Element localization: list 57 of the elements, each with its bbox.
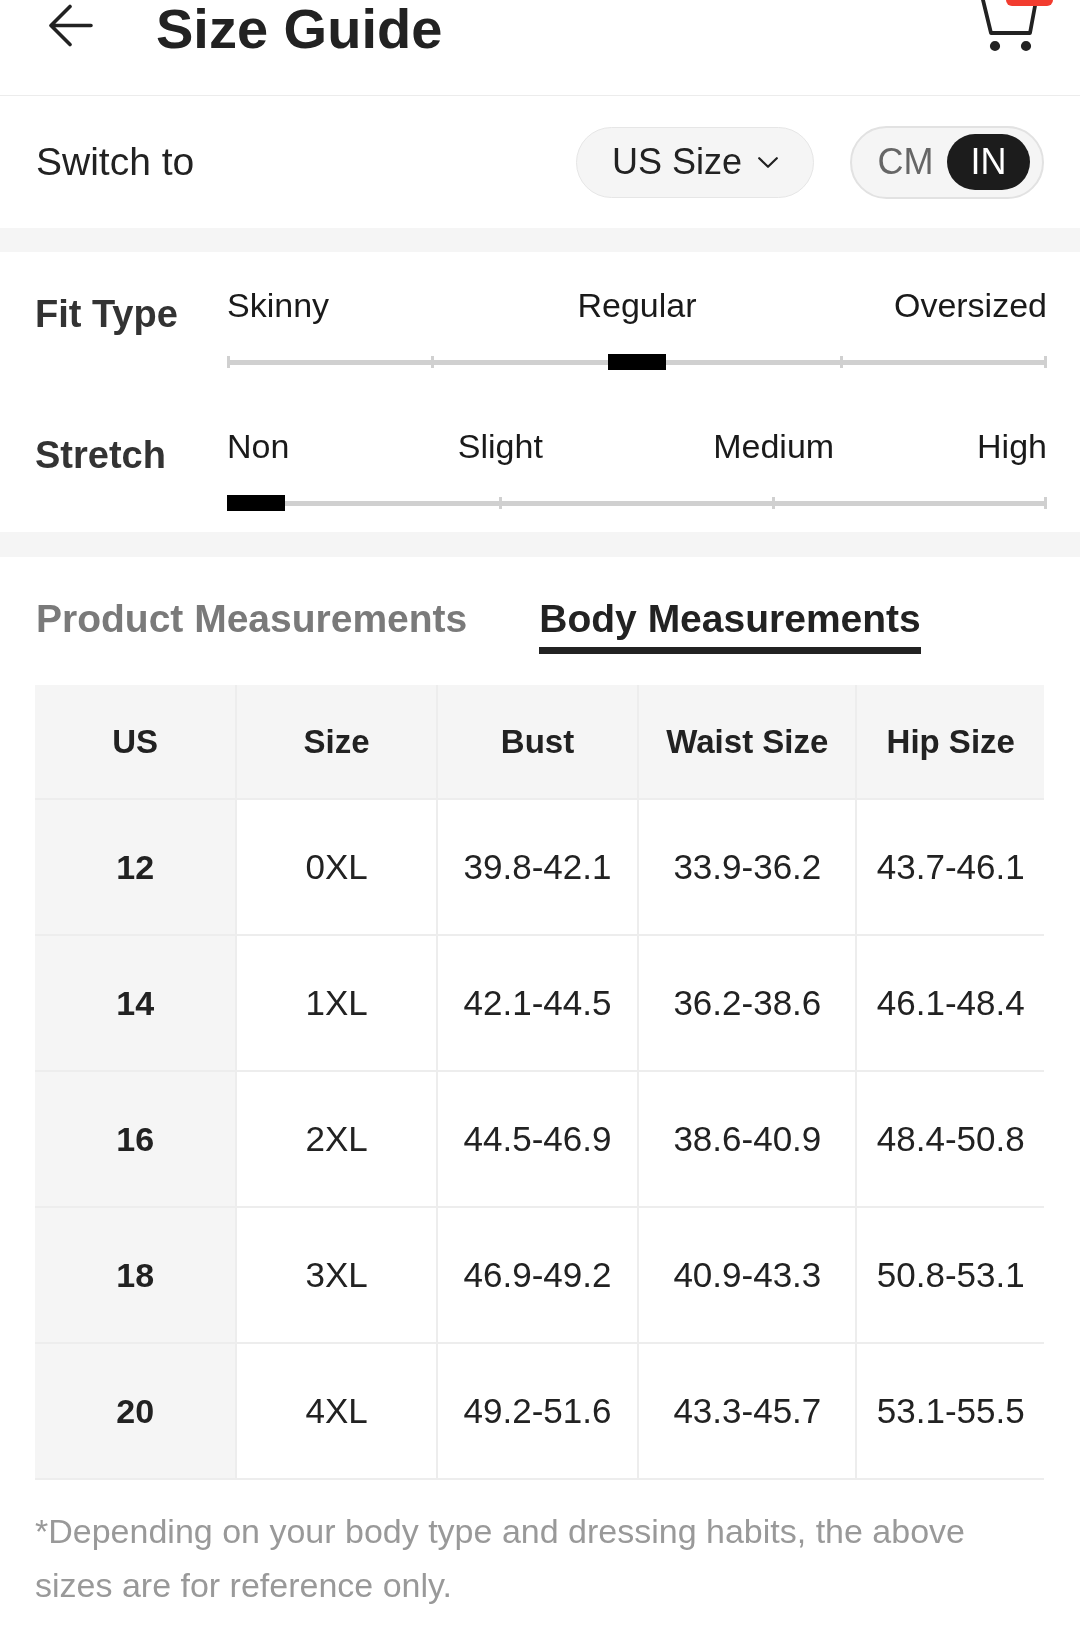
table-cell: 43.3-45.7 bbox=[639, 1344, 856, 1478]
table-cell: 48.4-50.8 bbox=[857, 1072, 1044, 1206]
tick-mark bbox=[1044, 356, 1047, 368]
page-title: Size Guide bbox=[156, 0, 443, 57]
table-cell: 46.1-48.4 bbox=[857, 936, 1044, 1070]
table-cell: 39.8-42.1 bbox=[437, 800, 638, 934]
table-cell: 50.8-53.1 bbox=[857, 1208, 1044, 1342]
table-cell: 4XL bbox=[237, 1344, 436, 1478]
table-cell: 18 bbox=[35, 1208, 236, 1342]
table-cell: 46.9-49.2 bbox=[437, 1208, 638, 1342]
footnote-text: *Depending on your body type and dressing habits, the above sizes are for reference only. bbox=[35, 1511, 966, 1606]
table-cell: 49.2-51.6 bbox=[437, 1344, 638, 1478]
column-header: Hip Size bbox=[857, 685, 1044, 798]
scale-option-label: Slight bbox=[457, 426, 543, 467]
table-cell: 33.9-36.2 bbox=[639, 800, 856, 934]
tick-mark bbox=[1044, 497, 1047, 509]
measurement-tab[interactable]: Body Measurements bbox=[539, 596, 921, 654]
size-system-dropdown[interactable]: US Size bbox=[576, 126, 814, 198]
tick-mark bbox=[499, 497, 503, 509]
table-cell: 42.1-44.5 bbox=[437, 936, 638, 1070]
column-header: US bbox=[35, 685, 236, 798]
table-cell: 16 bbox=[35, 1072, 236, 1206]
column-header: Waist Size bbox=[639, 685, 856, 798]
table-cell: 3XL bbox=[237, 1208, 436, 1342]
table-cell: 40.9-43.3 bbox=[639, 1208, 856, 1342]
scale-option-label: Medium bbox=[713, 426, 835, 467]
measurement-tab[interactable]: Product Measurements bbox=[36, 596, 468, 654]
tick-mark bbox=[227, 356, 230, 368]
table-cell: 0XL bbox=[237, 800, 436, 934]
scale-title: Fit Type bbox=[35, 293, 178, 335]
table-cell: 44.5-46.9 bbox=[437, 1072, 638, 1206]
scale-option-label: Regular bbox=[577, 285, 697, 326]
unit-option[interactable]: IN bbox=[947, 134, 1030, 190]
scale-option-label: High bbox=[977, 426, 1047, 467]
switch-label: Switch to bbox=[36, 140, 195, 184]
tick-mark bbox=[771, 497, 775, 509]
table-cell: 36.2-38.6 bbox=[639, 936, 856, 1070]
chevron-down-icon bbox=[758, 156, 778, 168]
tick-mark bbox=[839, 356, 843, 368]
back-arrow-icon[interactable] bbox=[48, 4, 93, 47]
table-cell: 14 bbox=[35, 936, 236, 1070]
table-cell: 12 bbox=[35, 800, 236, 934]
table-cell: 1XL bbox=[237, 936, 436, 1070]
column-header: Size bbox=[237, 685, 436, 798]
tick-mark bbox=[431, 356, 435, 368]
scale-option-label: Oversized bbox=[893, 285, 1047, 326]
table-cell: 53.1-55.5 bbox=[857, 1344, 1044, 1478]
cart-icon[interactable] bbox=[980, 0, 1037, 52]
scale-title: Stretch bbox=[35, 434, 166, 476]
table-cell: 43.7-46.1 bbox=[857, 800, 1044, 934]
table-cell: 20 bbox=[35, 1344, 236, 1478]
column-header: Bust bbox=[437, 685, 638, 798]
unit-option[interactable]: CM bbox=[864, 134, 947, 190]
table-cell: 38.6-40.9 bbox=[639, 1072, 856, 1206]
scale-option-label: Skinny bbox=[227, 285, 330, 326]
table-cell: 2XL bbox=[237, 1072, 436, 1206]
scale-option-label: Non bbox=[227, 426, 290, 467]
